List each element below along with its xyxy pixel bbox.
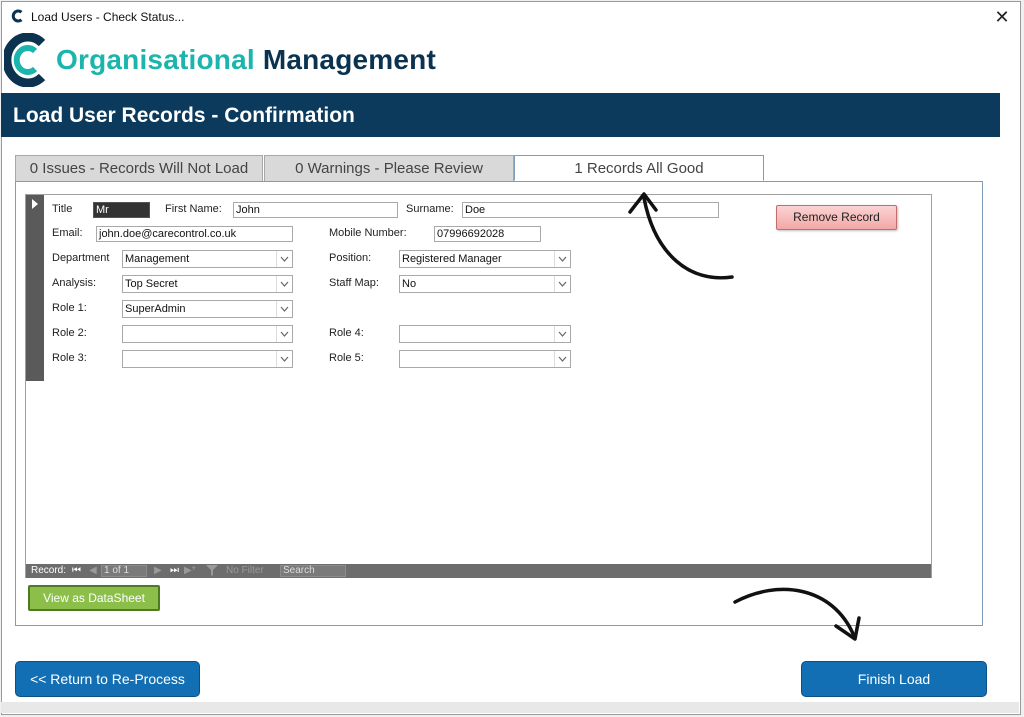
analysis-value: Top Secret (125, 278, 178, 290)
position-value: Registered Manager (402, 253, 502, 265)
app-icon (11, 9, 23, 23)
chevron-down-icon[interactable] (554, 351, 570, 367)
c-logo-icon (4, 33, 46, 87)
remove-record-button[interactable]: Remove Record (776, 205, 897, 230)
current-record-field[interactable]: 1 of 1 (101, 565, 147, 577)
chevron-down-icon[interactable] (276, 301, 292, 317)
position-label: Position: (329, 252, 372, 264)
first-name-label: First Name: (165, 203, 222, 215)
tab-issues[interactable]: 0 Issues - Records Will Not Load (15, 155, 263, 181)
role5-label: Role 5: (329, 352, 364, 364)
new-record-icon[interactable]: ▶* (184, 565, 196, 577)
finish-load-button[interactable]: Finish Load (801, 661, 987, 697)
chevron-down-icon[interactable] (276, 326, 292, 342)
department-label: Department (52, 252, 110, 264)
staff-map-value: No (402, 278, 417, 290)
page-banner: Load User Records - Confirmation (1, 93, 1000, 137)
chevron-down-icon[interactable] (554, 326, 570, 342)
filter-icon[interactable] (206, 565, 218, 577)
next-record-icon[interactable]: ▶ (154, 565, 162, 577)
annotation-arrow-icon (628, 192, 734, 280)
page-title: Load User Records - Confirmation (13, 104, 355, 127)
title-label: Title (52, 203, 73, 215)
surname-label: Surname: (406, 203, 454, 215)
first-record-icon[interactable]: ⏮ (72, 565, 81, 577)
role4-select[interactable] (399, 325, 571, 343)
record-navigation-bar: Record: ⏮ ◀ 1 of 1 ▶ ⏭ ▶* No Filter Sear… (26, 564, 931, 578)
department-value: Management (125, 253, 190, 265)
view-datasheet-button[interactable]: View as DataSheet (28, 585, 160, 611)
annotation-arrow-icon (733, 587, 861, 641)
position-select[interactable]: Registered Manager (399, 250, 571, 268)
department-select[interactable]: Management (122, 250, 293, 268)
tab-warnings[interactable]: 0 Warnings - Please Review (264, 155, 514, 181)
window-title: Load Users - Check Status... (31, 10, 185, 24)
chevron-down-icon[interactable] (276, 251, 292, 267)
role3-label: Role 3: (52, 352, 87, 364)
staff-map-select[interactable]: No (399, 275, 571, 293)
first-name-field[interactable]: John (233, 202, 398, 218)
tab-all-good[interactable]: 1 Records All Good (514, 155, 764, 181)
role2-select[interactable] (122, 325, 293, 343)
logo-text-organisational: Organisational (56, 44, 255, 75)
role5-select[interactable] (399, 350, 571, 368)
role1-label: Role 1: (52, 302, 87, 314)
logo-text-management: Management (254, 44, 436, 75)
title-field[interactable]: Mr (93, 202, 150, 218)
chevron-down-icon[interactable] (554, 276, 570, 292)
chevron-down-icon[interactable] (276, 276, 292, 292)
title-bar: Load Users - Check Status... ✕ (2, 2, 1020, 32)
record-pointer-icon (32, 199, 38, 209)
email-label: Email: (52, 227, 83, 239)
role1-select[interactable]: SuperAdmin (122, 300, 293, 318)
search-input[interactable]: Search (280, 565, 346, 577)
window-bottom-edge (1, 702, 1019, 713)
analysis-select[interactable]: Top Secret (122, 275, 293, 293)
chevron-down-icon[interactable] (554, 251, 570, 267)
return-reprocess-button[interactable]: << Return to Re-Process (15, 661, 200, 697)
role4-label: Role 4: (329, 327, 364, 339)
previous-record-icon[interactable]: ◀ (89, 565, 97, 577)
mobile-field[interactable]: 07996692028 (434, 226, 541, 242)
role3-select[interactable] (122, 350, 293, 368)
role2-label: Role 2: (52, 327, 87, 339)
email-field[interactable]: john.doe@carecontrol.co.uk (96, 226, 293, 242)
analysis-label: Analysis: (52, 277, 97, 289)
filter-status[interactable]: No Filter (226, 565, 264, 577)
mobile-label: Mobile Number: (329, 227, 407, 239)
record-selector[interactable] (26, 195, 44, 381)
staff-map-label: Staff Map: (329, 277, 379, 289)
last-record-icon[interactable]: ⏭ (170, 565, 179, 577)
close-icon[interactable]: ✕ (990, 5, 1014, 29)
chevron-down-icon[interactable] (276, 351, 292, 367)
logo-wordmark: Organisational Management (56, 44, 436, 76)
role1-value: SuperAdmin (125, 303, 186, 315)
record-label: Record: (31, 565, 67, 576)
